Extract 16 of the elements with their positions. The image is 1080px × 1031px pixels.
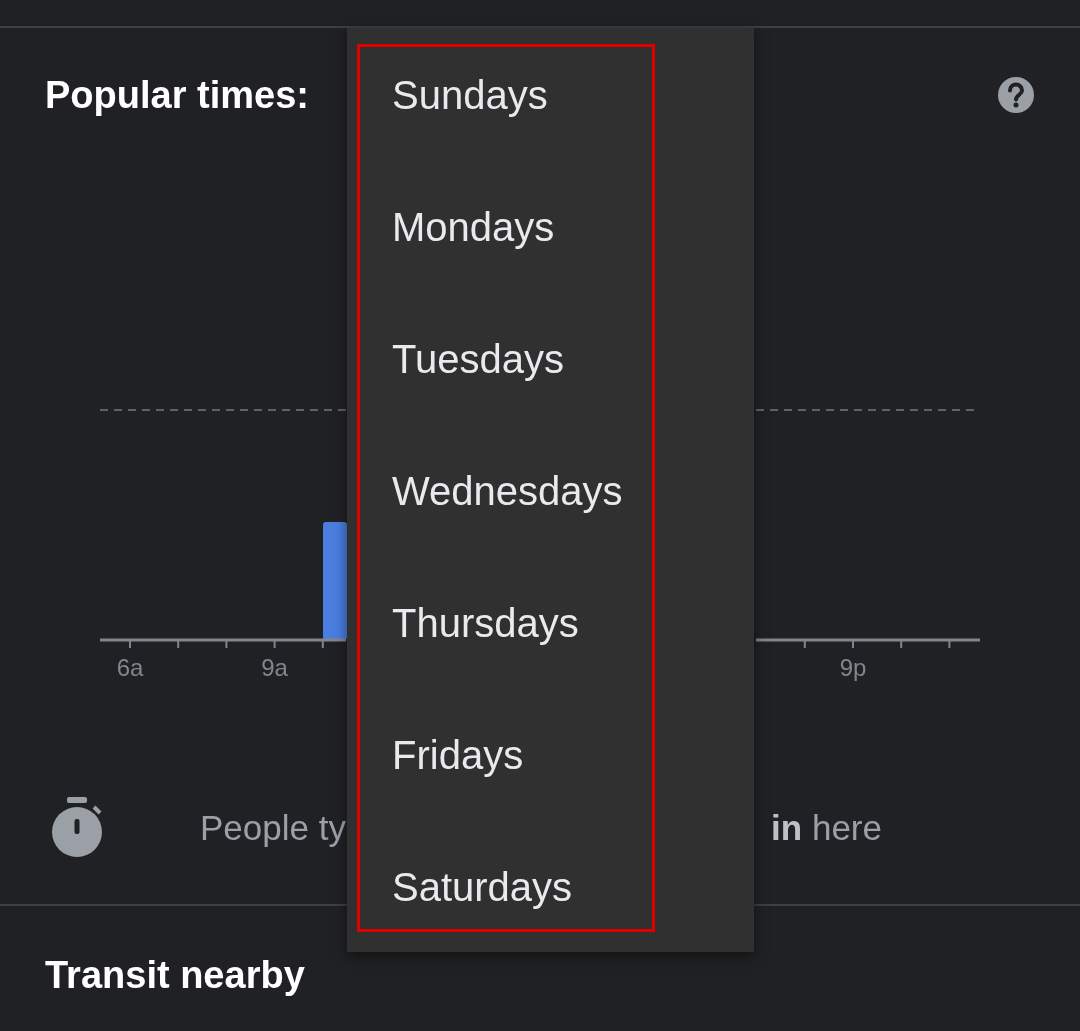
- stopwatch-icon: [50, 797, 104, 859]
- menu-item[interactable]: Mondays: [347, 161, 754, 293]
- section-title: Transit nearby: [45, 953, 305, 998]
- menu-item[interactable]: Tuesdays: [347, 293, 754, 425]
- menu-item[interactable]: Wednesdays: [347, 425, 754, 557]
- menu-item[interactable]: Saturdays: [347, 821, 754, 953]
- visit-duration-text: in here: [771, 806, 882, 849]
- menu-item[interactable]: Sundays: [347, 29, 754, 161]
- help-icon[interactable]: [997, 76, 1035, 114]
- visit-duration-text: People ty: [200, 806, 346, 849]
- menu-item[interactable]: Thursdays: [347, 557, 754, 689]
- hour-label: 9p: [839, 654, 867, 681]
- menu-item[interactable]: Fridays: [347, 689, 754, 821]
- hour-label: 6a: [116, 654, 144, 681]
- hour-label: 9a: [261, 654, 288, 681]
- section-title: Popular times:: [45, 72, 309, 118]
